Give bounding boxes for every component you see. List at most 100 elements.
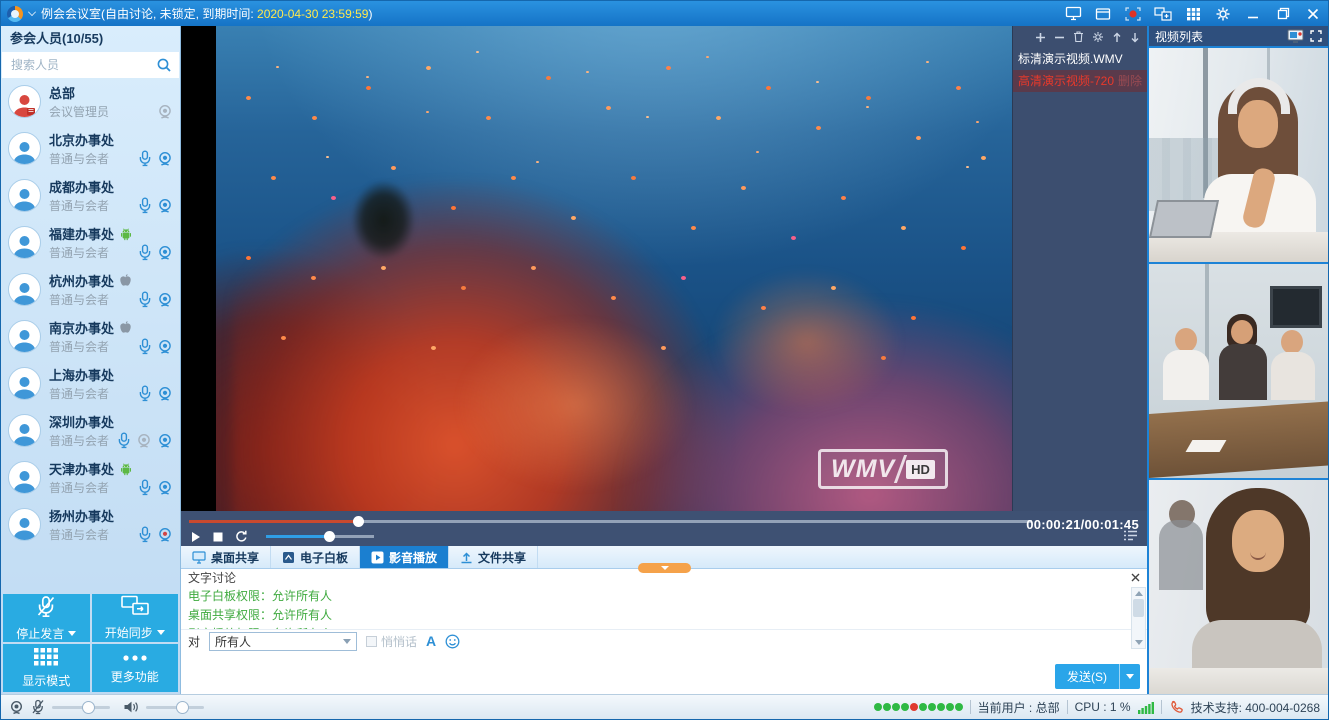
mic-icon[interactable] xyxy=(138,291,152,308)
tab-whiteboard[interactable]: 电子白板 xyxy=(271,546,360,568)
emoji-button[interactable] xyxy=(445,634,460,649)
close-icon[interactable] xyxy=(1304,6,1322,22)
chat-close-icon[interactable] xyxy=(1131,573,1140,582)
mic-icon[interactable] xyxy=(138,244,152,261)
tab-file-share[interactable]: 文件共享 xyxy=(449,546,538,568)
chevron-down-icon[interactable] xyxy=(157,630,165,635)
search-icon[interactable] xyxy=(156,57,172,73)
action-button[interactable]: 停止发言 xyxy=(3,594,90,642)
scroll-up-icon[interactable] xyxy=(1135,591,1143,596)
video-content[interactable]: WMV HD xyxy=(216,26,1014,511)
webcam-icon[interactable] xyxy=(9,700,24,715)
playlist-toggle-icon[interactable] xyxy=(1123,530,1138,544)
mic-icon[interactable] xyxy=(117,432,131,449)
trash-icon[interactable] xyxy=(1073,31,1084,43)
chat-input-area[interactable]: 发送(S) xyxy=(181,652,1147,694)
playlist-item[interactable]: 高清演示视频-720P.wmv删除 xyxy=(1013,70,1147,92)
remote-video-3[interactable] xyxy=(1149,478,1328,694)
mic-icon[interactable] xyxy=(138,150,152,167)
volume-slider[interactable] xyxy=(266,535,374,538)
camera-icon[interactable] xyxy=(157,339,173,355)
participant-row[interactable]: 天津办事处 普通与会者 xyxy=(1,454,180,501)
replay-button[interactable] xyxy=(235,530,248,543)
scroll-down-icon[interactable] xyxy=(1135,640,1143,645)
chevron-down-icon[interactable] xyxy=(68,631,76,636)
delete-file-button[interactable]: 删除 xyxy=(1118,70,1142,92)
chat-collapse-handle[interactable] xyxy=(638,563,691,573)
logo-dropdown-icon[interactable] xyxy=(28,8,36,16)
chevron-down-icon xyxy=(343,639,351,644)
speaker-volume-slider[interactable] xyxy=(146,706,204,709)
tab-desktop-share[interactable]: 桌面共享 xyxy=(181,546,271,568)
record-icon[interactable] xyxy=(1124,6,1142,22)
chat-scrollbar[interactable] xyxy=(1131,587,1146,649)
participant-row[interactable]: 杭州办事处 普通与会者 xyxy=(1,266,180,313)
move-up-icon[interactable] xyxy=(1112,32,1122,43)
participant-row[interactable]: 北京办事处 普通与会者 xyxy=(1,125,180,172)
speaker-icon[interactable] xyxy=(123,700,139,714)
action-button[interactable]: 开始同步 xyxy=(92,594,179,642)
participant-row[interactable]: 扬州办事处 普通与会者 xyxy=(1,501,180,548)
participant-row[interactable]: 深圳办事处 普通与会者 xyxy=(1,407,180,454)
camera-icon[interactable] xyxy=(157,480,173,496)
font-style-button[interactable]: A xyxy=(426,634,436,648)
stop-button[interactable] xyxy=(213,532,223,542)
camera-icon[interactable] xyxy=(157,198,173,214)
camera-icon[interactable] xyxy=(157,151,173,167)
settings-gear-icon[interactable] xyxy=(1214,6,1232,22)
grid-apps-icon[interactable] xyxy=(1184,6,1202,22)
participant-row[interactable]: 福建办事处 普通与会者 xyxy=(1,219,180,266)
minimize-icon[interactable] xyxy=(1244,6,1262,22)
participant-row[interactable]: 总部 会议管理员 xyxy=(1,78,180,125)
camera-icon[interactable] xyxy=(157,245,173,261)
camera-icon[interactable] xyxy=(157,386,173,402)
remote-video-2[interactable] xyxy=(1149,262,1328,478)
recipient-select[interactable]: 所有人 xyxy=(209,632,357,651)
mic-icon[interactable] xyxy=(138,338,152,355)
search-input[interactable] xyxy=(9,57,156,73)
mic-icon[interactable] xyxy=(138,197,152,214)
participant-row[interactable]: 上海办事处 普通与会者 xyxy=(1,360,180,407)
broadcast-video-icon[interactable] xyxy=(1287,29,1304,43)
remote-video-1[interactable] xyxy=(1149,46,1328,262)
camera-gray-icon[interactable] xyxy=(136,433,152,449)
seek-bar[interactable] xyxy=(189,520,1032,523)
mic-icon[interactable] xyxy=(138,385,152,402)
participant-row[interactable]: 南京办事处 普通与会者 xyxy=(1,313,180,360)
mic-muted-icon[interactable] xyxy=(31,699,45,715)
chat-message: 电子白板权限：允许所有人 xyxy=(188,587,1140,606)
remove-icon[interactable] xyxy=(1054,32,1065,43)
participant-row[interactable]: 成都办事处 普通与会者 xyxy=(1,172,180,219)
app-share-icon[interactable] xyxy=(1154,6,1172,22)
whisper-checkbox[interactable] xyxy=(366,636,377,647)
action-button[interactable]: 更多功能 xyxy=(92,644,179,692)
camera-icon[interactable] xyxy=(157,433,173,449)
send-button[interactable]: 发送(S) xyxy=(1055,664,1140,689)
playlist-item[interactable]: 标清演示视频.WMV xyxy=(1013,48,1147,70)
scrollbar-thumb[interactable] xyxy=(1133,599,1144,617)
participant-role: 普通与会者 xyxy=(49,244,138,261)
play-button[interactable] xyxy=(191,531,201,543)
action-button[interactable]: 显示模式 xyxy=(3,644,90,692)
seek-bar-thumb[interactable] xyxy=(353,516,364,527)
mic-icon[interactable] xyxy=(138,479,152,496)
mic-icon[interactable] xyxy=(138,526,152,543)
volume-thumb[interactable] xyxy=(324,531,335,542)
fullscreen-icon[interactable] xyxy=(1310,30,1322,42)
chat-toolbar: 对 所有人 悄悄话 A xyxy=(181,629,1147,652)
move-down-icon[interactable] xyxy=(1130,32,1140,43)
whisper-option[interactable]: 悄悄话 xyxy=(366,633,417,650)
send-button-label[interactable]: 发送(S) xyxy=(1055,664,1119,689)
mic-volume-slider[interactable] xyxy=(52,706,110,709)
restore-icon[interactable] xyxy=(1274,6,1292,22)
camera-icon[interactable] xyxy=(157,292,173,308)
camera-gray-icon[interactable] xyxy=(157,104,173,120)
screen-share-icon[interactable] xyxy=(1064,6,1082,22)
gear-icon[interactable] xyxy=(1092,31,1104,43)
window-title: 例会会议室(自由讨论, 未锁定, 到期时间: 2020-04-30 23:59:… xyxy=(41,5,372,22)
add-icon[interactable] xyxy=(1035,32,1046,43)
send-options-icon[interactable] xyxy=(1119,664,1140,689)
camera-red-icon[interactable] xyxy=(157,527,173,543)
window-mode-icon[interactable] xyxy=(1094,6,1112,22)
tab-media-play[interactable]: 影音播放 xyxy=(360,546,449,568)
